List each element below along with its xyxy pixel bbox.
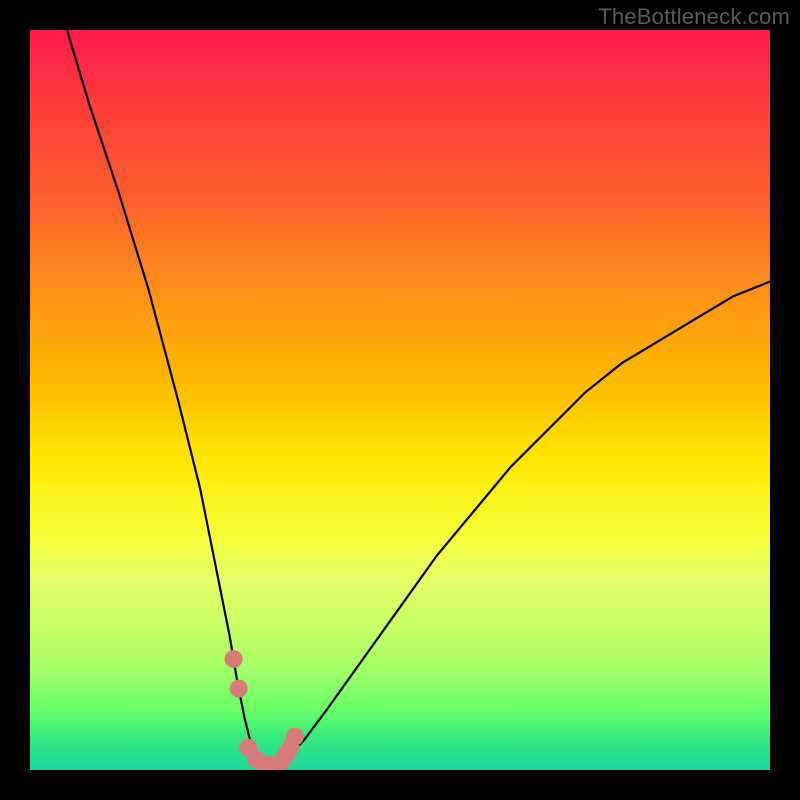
highlight-dot — [273, 752, 291, 770]
highlight-dot — [277, 746, 295, 764]
plot-area — [30, 30, 770, 770]
highlight-dot — [230, 680, 248, 698]
highlight-dot — [239, 739, 257, 757]
watermark-label: TheBottleneck.com — [598, 4, 790, 30]
highlight-dot — [267, 756, 285, 770]
highlight-dot — [247, 750, 265, 768]
chart-stage: TheBottleneck.com — [0, 0, 800, 800]
highlight-dot — [262, 757, 280, 770]
curve-svg — [30, 30, 770, 770]
highlight-dot — [282, 739, 300, 757]
bottleneck-curve — [67, 30, 770, 766]
highlight-dot — [225, 650, 243, 668]
highlight-dot — [254, 755, 272, 770]
highlight-dot — [286, 728, 304, 746]
highlight-dots — [225, 650, 304, 770]
